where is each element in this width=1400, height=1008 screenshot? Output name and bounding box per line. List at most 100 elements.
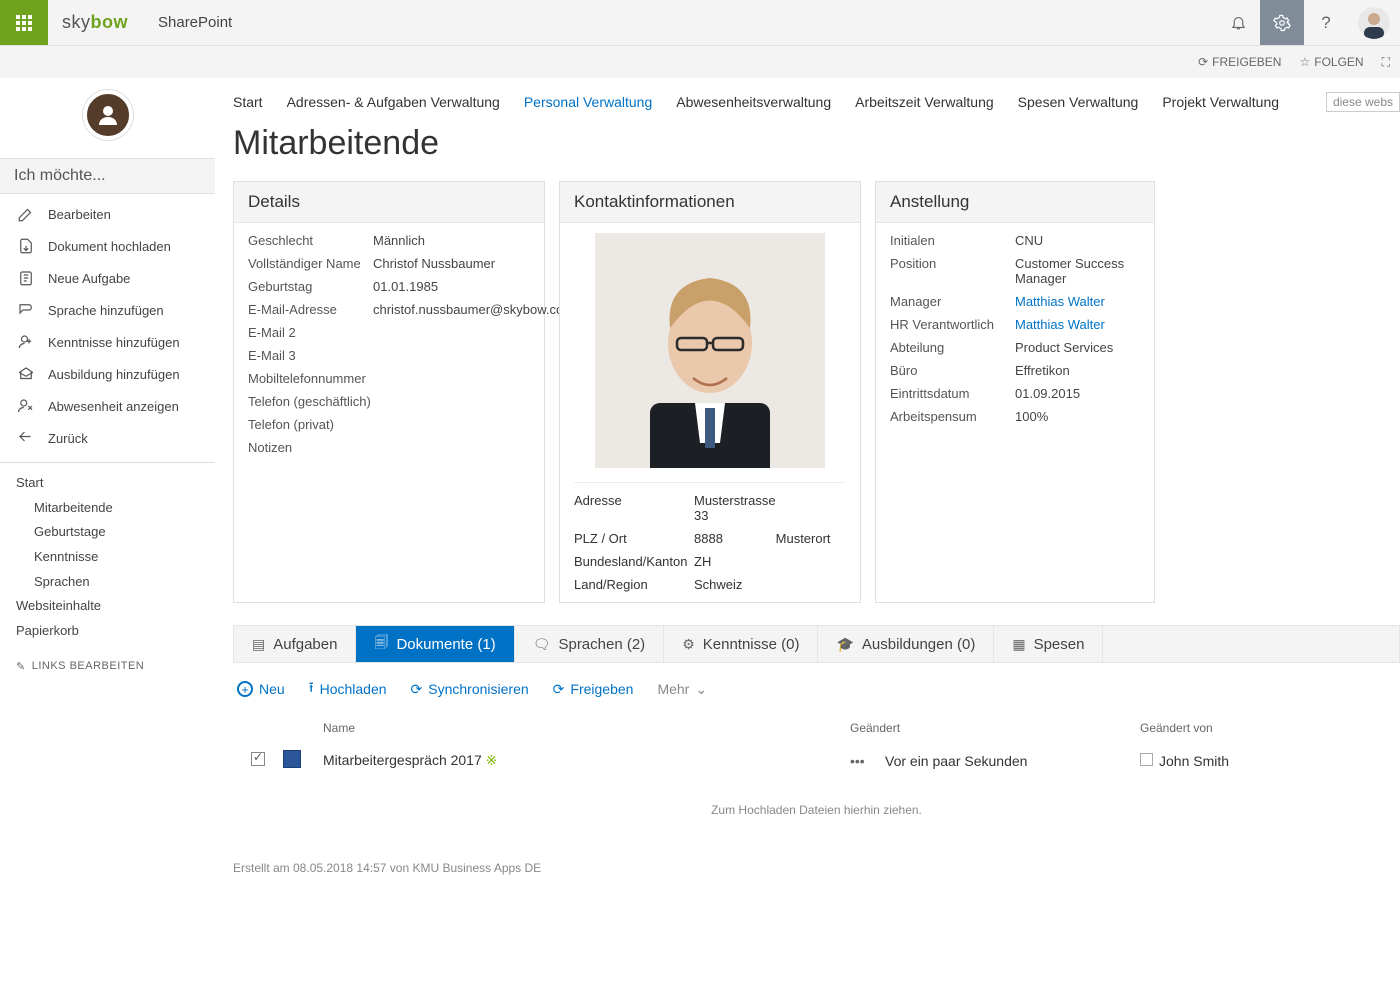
- edit-links[interactable]: ✎LINKS BEARBEITEN: [0, 652, 215, 681]
- row-menu[interactable]: •••: [850, 753, 885, 769]
- topnav-tab-3[interactable]: Abwesenheitsverwaltung: [676, 94, 831, 110]
- sidebar-action-4[interactable]: Kenntnisse hinzufügen: [0, 326, 215, 358]
- details-label: Geburtstag: [248, 279, 373, 294]
- action-label: Ausbildung hinzufügen: [48, 367, 180, 382]
- toolbar-new[interactable]: +Neu: [237, 681, 285, 697]
- site-logo: [0, 78, 215, 158]
- contact-label: PLZ / Ort: [574, 531, 694, 546]
- card-employment: Anstellung InitialenCNUPositionCustomer …: [875, 181, 1155, 603]
- details-value: Christof Nussbaumer: [373, 256, 574, 271]
- sidebar-action-2[interactable]: Neue Aufgabe: [0, 262, 215, 294]
- doc-modified: Vor ein paar Sekunden: [885, 753, 1140, 769]
- sidebar-heading: Ich möchte...: [0, 158, 215, 194]
- toolbar-sync[interactable]: ⟳Synchronisieren: [411, 681, 529, 698]
- tabstrip-3[interactable]: ⚙Kenntnisse (0): [664, 626, 818, 662]
- sidebar-action-7[interactable]: Zurück: [0, 422, 215, 454]
- app-launcher[interactable]: [0, 0, 48, 45]
- toolbar-share[interactable]: ⟳Freigeben: [553, 681, 634, 698]
- col-by[interactable]: Geändert von: [1140, 721, 1400, 735]
- topnav-tab-2[interactable]: Personal Verwaltung: [524, 94, 652, 110]
- user-avatar[interactable]: [1358, 7, 1390, 39]
- details-value: christof.nussbaumer@skybow.com: [373, 302, 574, 317]
- toolbar-upload[interactable]: ⭱Hochladen: [309, 677, 387, 701]
- sidebar-action-0[interactable]: Bearbeiten: [0, 198, 215, 230]
- contact-value: ZH: [694, 554, 776, 569]
- pencil-icon: ✎: [16, 660, 26, 673]
- action-icon: [16, 237, 36, 255]
- share-action[interactable]: ⟳FREIGEBEN: [1198, 55, 1281, 69]
- focus-icon: ⛶: [1382, 55, 1390, 70]
- topnav-tab-6[interactable]: Projekt Verwaltung: [1162, 94, 1279, 110]
- contact-value: 8888: [694, 531, 776, 546]
- emp-value: CNU: [1015, 233, 1140, 248]
- tabstrip-4[interactable]: 🎓Ausbildungen (0): [818, 626, 994, 662]
- app-name: SharePoint: [158, 14, 232, 31]
- topnav-tab-4[interactable]: Arbeitszeit Verwaltung: [855, 94, 994, 110]
- nav-item-1[interactable]: Geburtstage: [34, 520, 199, 545]
- details-label: Notizen: [248, 440, 373, 455]
- doc-by[interactable]: John Smith: [1140, 753, 1400, 769]
- col-modified[interactable]: Geändert: [850, 721, 1140, 735]
- details-label: Telefon (geschäftlich): [248, 394, 373, 409]
- emp-label: Position: [890, 256, 1015, 286]
- focus-action[interactable]: ⛶: [1382, 55, 1390, 70]
- tab-icon: ▦: [1012, 636, 1025, 653]
- contact-label: Land/Region: [574, 577, 694, 592]
- tab-icon: 🗨: [533, 636, 551, 653]
- topnav-tab-0[interactable]: Start: [233, 94, 263, 110]
- sidebar-action-1[interactable]: Dokument hochladen: [0, 230, 215, 262]
- emp-value: 100%: [1015, 409, 1140, 424]
- toolbar-more[interactable]: Mehr ⌄: [657, 681, 707, 698]
- settings-icon[interactable]: [1260, 0, 1304, 45]
- col-name[interactable]: Name: [323, 721, 850, 735]
- sidebar-action-6[interactable]: Abwesenheit anzeigen: [0, 390, 215, 422]
- nav-item-2[interactable]: Kenntnisse: [34, 545, 199, 570]
- nav-recyclebin[interactable]: Papierkorb: [16, 619, 199, 644]
- card-details: Details GeschlechtMännlichVollständiger …: [233, 181, 545, 603]
- details-value: [373, 394, 574, 409]
- action-icon: [16, 429, 36, 447]
- upload-icon: ⭱: [309, 677, 314, 701]
- help-icon[interactable]: ?: [1304, 0, 1348, 45]
- nav-item-3[interactable]: Sprachen: [34, 570, 199, 595]
- sidebar-action-3[interactable]: Sprache hinzufügen: [0, 294, 215, 326]
- follow-action[interactable]: ☆FOLGEN: [1299, 55, 1363, 69]
- notifications-icon[interactable]: [1216, 0, 1260, 45]
- action-icon: [16, 301, 36, 319]
- doc-row[interactable]: Mitarbeitergespräch 2017 ※•••Vor ein paa…: [233, 742, 1400, 779]
- share-icon: ⟳: [1198, 55, 1208, 69]
- sidebar-action-5[interactable]: Ausbildung hinzufügen: [0, 358, 215, 390]
- search-input[interactable]: diese webs: [1326, 92, 1400, 112]
- chevron-down-icon: ⌄: [695, 681, 707, 698]
- nav-start[interactable]: Start: [16, 471, 199, 496]
- action-label: Zurück: [48, 431, 88, 446]
- tabstrip-0[interactable]: ▤Aufgaben: [234, 626, 356, 662]
- emp-value[interactable]: Matthias Walter: [1015, 294, 1140, 309]
- action-icon: [16, 397, 36, 415]
- nav-item-0[interactable]: Mitarbeitende: [34, 496, 199, 521]
- emp-label: Eintrittsdatum: [890, 386, 1015, 401]
- details-value: [373, 417, 574, 432]
- details-label: E-Mail-Adresse: [248, 302, 373, 317]
- doc-name[interactable]: Mitarbeitergespräch 2017 ※: [323, 752, 850, 769]
- row-check[interactable]: [251, 752, 265, 766]
- drop-hint: Zum Hochladen Dateien hierhin ziehen.: [233, 779, 1400, 841]
- card-details-header: Details: [234, 182, 544, 223]
- tabstrip-5[interactable]: ▦Spesen: [994, 626, 1103, 662]
- tabstrip-2[interactable]: 🗨Sprachen (2): [515, 626, 665, 662]
- emp-value: Product Services: [1015, 340, 1140, 355]
- tab-icon: 🗐: [374, 632, 388, 656]
- tabstrip-1[interactable]: 🗐Dokumente (1): [356, 626, 514, 662]
- action-label: Bearbeiten: [48, 207, 111, 222]
- plus-icon: +: [237, 681, 253, 697]
- contact-label: Bundesland/Kanton: [574, 554, 694, 569]
- details-label: Telefon (privat): [248, 417, 373, 432]
- emp-label: Manager: [890, 294, 1015, 309]
- nav-sitecontents[interactable]: Websiteinhalte: [16, 594, 199, 619]
- sync-icon: ⟳: [411, 681, 423, 698]
- emp-value: Customer Success Manager: [1015, 256, 1140, 286]
- action-icon: [16, 365, 36, 383]
- emp-value[interactable]: Matthias Walter: [1015, 317, 1140, 332]
- topnav-tab-5[interactable]: Spesen Verwaltung: [1018, 94, 1139, 110]
- topnav-tab-1[interactable]: Adressen- & Aufgaben Verwaltung: [287, 94, 500, 110]
